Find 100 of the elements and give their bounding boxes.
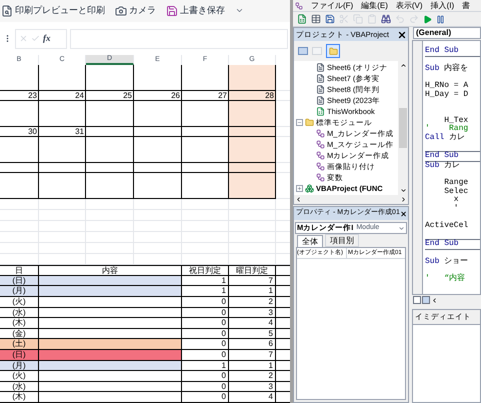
save-icon[interactable] xyxy=(325,14,335,24)
weekday-cell: 1 xyxy=(229,286,276,296)
formula-input[interactable] xyxy=(70,28,288,49)
collapse-icon[interactable] xyxy=(296,119,303,126)
menu-item[interactable]: 書 xyxy=(462,0,470,12)
weekday-cell: 1 xyxy=(229,360,276,370)
toolbar-button[interactable]: 上書き保存 xyxy=(166,4,225,18)
table-header: 祝日判定 xyxy=(182,266,229,275)
scroll-left-icon[interactable] xyxy=(295,196,302,203)
workbook-icon xyxy=(316,107,325,116)
toolbar-button[interactable]: 印刷プレビューと印刷 xyxy=(1,4,105,18)
module-icon xyxy=(316,173,325,182)
weekday-cell: 7 xyxy=(229,350,276,360)
pause-icon[interactable] xyxy=(436,14,445,24)
code-line: Range xyxy=(443,178,470,187)
toggle-folders-button[interactable] xyxy=(326,44,340,58)
weekday-cell: 2 xyxy=(229,371,276,381)
module-icon xyxy=(316,129,325,138)
folder-icon xyxy=(328,46,338,56)
calendar-cell: 30 xyxy=(0,126,39,137)
code-line: ' “内容 xyxy=(425,275,466,284)
scroll-down-icon[interactable] xyxy=(400,187,406,194)
folder-icon xyxy=(305,118,314,127)
view-object-button[interactable] xyxy=(298,47,308,55)
run-icon[interactable] xyxy=(423,14,432,24)
weekday-cell: 3 xyxy=(229,308,276,318)
code-line: Sub ショー xyxy=(425,258,470,267)
holiday-cell: 0 xyxy=(182,339,229,350)
calendar-cell: 27 xyxy=(182,90,229,101)
close-icon[interactable] xyxy=(400,208,407,218)
code-line: ' Rang xyxy=(425,125,470,134)
scroll-right-icon[interactable] xyxy=(400,196,407,203)
calendar-cell: 26 xyxy=(134,90,182,101)
code-line: Call カレ xyxy=(425,134,466,143)
vbe-app-icon xyxy=(295,2,303,10)
calendar-cell: 23 xyxy=(0,90,39,101)
table-header: 日 xyxy=(0,266,39,275)
sheet-icon xyxy=(316,96,325,105)
table-header: 曜日判定 xyxy=(229,266,276,275)
weekday-cell: 3 xyxy=(229,382,276,392)
sheet-icon xyxy=(316,63,325,72)
code-line: End Sub xyxy=(425,152,460,161)
code-line: Selec xyxy=(443,188,470,196)
sheet-icon xyxy=(316,85,325,94)
procedure-dropdown[interactable]: (General) xyxy=(413,27,481,39)
calendar-cell: 28 xyxy=(229,90,276,101)
day-cell: (月) xyxy=(0,360,39,370)
code-line: ActiveCel xyxy=(425,222,470,230)
toolbar-button[interactable]: カメラ xyxy=(115,4,156,18)
menu-item[interactable]: 表示(V) xyxy=(396,0,423,12)
holiday-cell: 1 xyxy=(182,276,229,286)
properties-tab[interactable]: 項目別 xyxy=(325,234,359,247)
day-cell: (日) xyxy=(0,350,39,360)
save-icon xyxy=(166,4,178,17)
day-cell: (日) xyxy=(0,276,39,286)
properties-tab[interactable]: 全体 xyxy=(297,235,323,247)
sheet-icon xyxy=(316,74,325,83)
calendar-cell: 25 xyxy=(86,90,134,101)
table-header: 内容 xyxy=(39,266,182,275)
holiday-cell: 0 xyxy=(182,392,229,402)
form-icon[interactable] xyxy=(311,14,321,24)
close-icon[interactable] xyxy=(397,30,407,40)
module-icon xyxy=(316,162,325,171)
day-cell: (月) xyxy=(0,286,39,296)
code-line: H_RNo = A xyxy=(425,82,470,90)
procedure-view-button[interactable] xyxy=(413,296,421,304)
code-line: x xyxy=(452,196,460,204)
weekday-cell: 7 xyxy=(229,276,276,286)
dropdown-caret-icon xyxy=(398,224,405,232)
weekday-cell: 6 xyxy=(229,339,276,350)
excel-icon[interactable] xyxy=(297,14,307,24)
holiday-cell: 0 xyxy=(182,350,229,360)
scroll-left-icon[interactable] xyxy=(431,296,438,304)
holiday-cell: 0 xyxy=(182,328,229,338)
insert-function-button[interactable]: fx xyxy=(43,32,50,46)
print-preview-icon xyxy=(1,4,13,17)
camera-icon xyxy=(115,4,127,17)
code-line: End Sub xyxy=(425,240,460,249)
menu-item[interactable]: ファイル(F) xyxy=(311,0,354,12)
weekday-cell: 2 xyxy=(229,297,276,307)
expand-icon[interactable] xyxy=(296,185,303,192)
horizontal-scrollbar[interactable] xyxy=(294,195,408,204)
calendar-cell: 24 xyxy=(39,90,86,101)
holiday-cell: 0 xyxy=(182,382,229,392)
weekday-cell: 5 xyxy=(229,328,276,338)
holiday-cell: 1 xyxy=(182,360,229,370)
code-line: End Sub xyxy=(425,47,460,56)
code-line: Sub カレ xyxy=(425,162,462,170)
code-line: ' xyxy=(452,204,460,214)
scroll-thumb[interactable] xyxy=(399,108,407,148)
holiday-cell: 0 xyxy=(182,297,229,307)
scroll-up-icon[interactable] xyxy=(400,62,406,69)
binoculars-icon[interactable] xyxy=(381,14,391,24)
module-icon xyxy=(316,140,325,149)
module-icon xyxy=(316,151,325,160)
menu-item[interactable]: 挿入(I) xyxy=(430,0,454,12)
menu-item[interactable]: 編集(E) xyxy=(361,0,388,12)
code-line: H_Day = D xyxy=(425,90,470,100)
weekday-cell: 4 xyxy=(229,318,276,328)
code-line: Sub 内容を xyxy=(425,65,470,74)
